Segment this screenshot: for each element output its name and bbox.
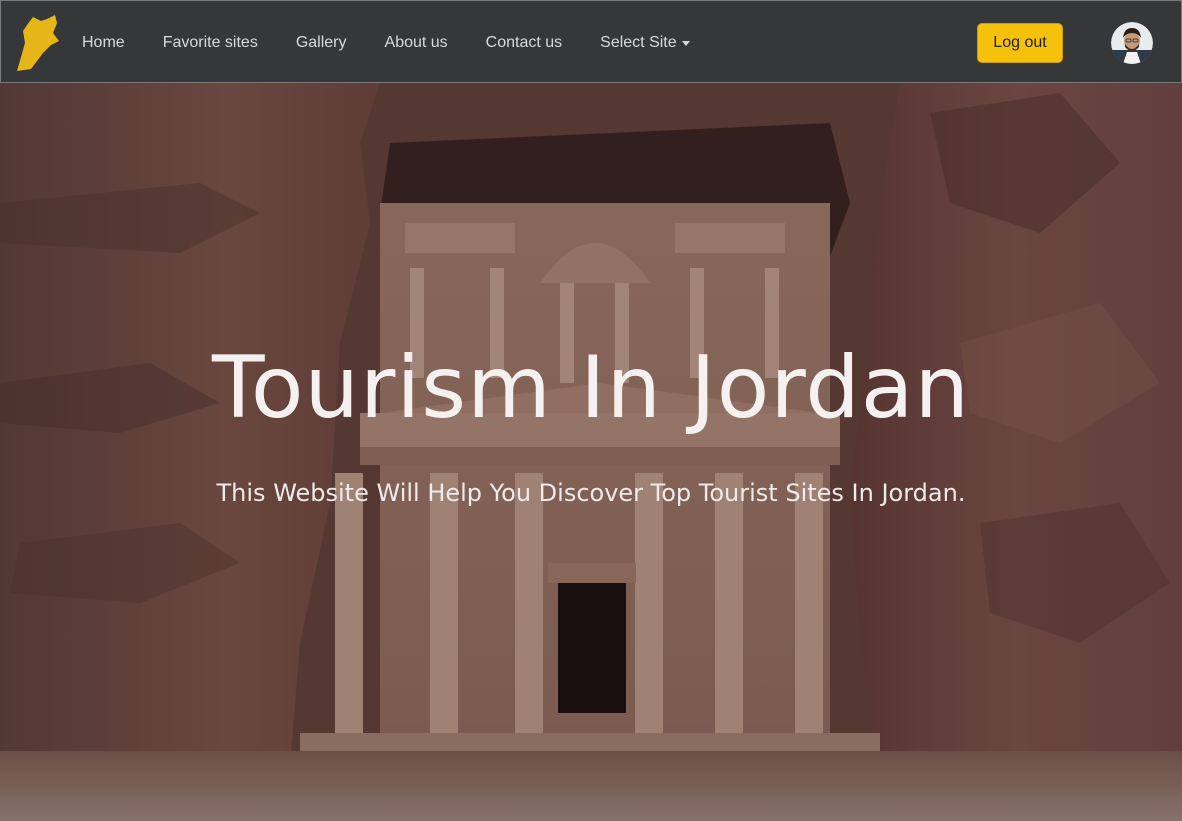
hero-title: Tourism In Jordan (211, 338, 971, 438)
nav-select-site-dropdown[interactable]: Select Site (581, 34, 708, 52)
nav-gallery[interactable]: Gallery (277, 34, 366, 52)
nav-favorite-sites[interactable]: Favorite sites (144, 34, 277, 52)
hero-overlay (0, 83, 1182, 821)
user-avatar-icon[interactable] (1111, 22, 1153, 64)
nav-about-us[interactable]: About us (366, 34, 467, 52)
nav-links: Home Favorite sites Gallery About us Con… (63, 1, 709, 84)
navbar: Home Favorite sites Gallery About us Con… (0, 0, 1182, 83)
hero-section: Tourism In Jordan This Website Will Help… (0, 83, 1182, 821)
nav-home[interactable]: Home (63, 34, 144, 52)
jordan-map-icon[interactable] (13, 13, 61, 73)
caret-down-icon (681, 41, 690, 46)
logout-button[interactable]: Log out (977, 23, 1063, 63)
nav-contact-us[interactable]: Contact us (467, 34, 581, 52)
select-site-label: Select Site (600, 33, 677, 51)
hero-subtitle: This Website Will Help You Discover Top … (216, 479, 966, 507)
